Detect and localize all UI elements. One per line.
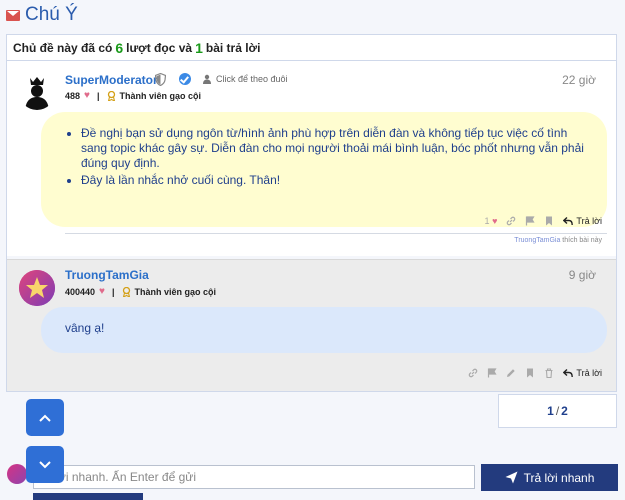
medal-icon [122, 286, 130, 297]
user-points: 488 [65, 90, 81, 101]
liked-suffix: thích bài này [562, 237, 602, 244]
scroll-up-button[interactable] [26, 399, 64, 436]
shield-icon [155, 73, 166, 86]
user-rank: Thành viên gạo cội [134, 286, 217, 297]
like-count: 1 [484, 216, 490, 226]
post-content: vâng ạ! [41, 307, 607, 353]
total-pages: 2 [561, 404, 568, 418]
link-icon[interactable] [468, 368, 478, 378]
flag-icon[interactable] [487, 368, 497, 378]
reply-label: Trả lời [576, 216, 602, 226]
username[interactable]: TruongTamGia [65, 268, 149, 282]
link-icon[interactable] [506, 216, 516, 226]
chevron-up-icon [39, 414, 51, 422]
heart-icon: ♥ [492, 216, 498, 226]
heart-icon: ♥ [99, 286, 105, 297]
reply-label: Trả lời [576, 368, 602, 378]
bookmark-icon[interactable] [525, 368, 535, 378]
flag-icon[interactable] [525, 216, 535, 226]
avatar[interactable] [19, 270, 55, 306]
quick-reply-submit-button[interactable]: Trả lời nhanh [481, 464, 618, 491]
content-item: Đề nghị bạn sử dụng ngôn từ/hình ảnh phù… [81, 126, 587, 171]
edit-icon[interactable] [506, 368, 516, 378]
medal-icon [107, 90, 115, 101]
post-time: 22 giờ [562, 73, 596, 87]
topic-stats-prefix: Chủ đề này đã có [13, 40, 113, 55]
reply-button[interactable]: Trả lời [563, 368, 602, 378]
scroll-down-button[interactable] [26, 446, 64, 483]
follow-user-icon[interactable] [203, 74, 212, 84]
send-icon [505, 471, 518, 484]
topic-stats-suffix: bài trả lời [205, 40, 261, 55]
liked-by: TruongTamGia thích bài này [514, 237, 602, 244]
bookmark-icon[interactable] [544, 216, 554, 226]
content-item: Đây là lần nhắc nhở cuối cùng. Thân! [81, 173, 587, 188]
quick-reply-submit-label: Trả lời nhanh [523, 470, 595, 485]
reply-icon [563, 368, 574, 378]
verified-icon [179, 73, 191, 85]
current-page: 1 [547, 404, 554, 418]
trash-icon[interactable] [544, 368, 554, 378]
user-rank: Thành viên gạo cội [119, 90, 202, 101]
meta-separator: | [111, 286, 115, 297]
post-content: Đề nghị bạn sử dụng ngôn từ/hình ảnh phù… [41, 112, 607, 227]
post-actions: Trả lời [468, 368, 602, 378]
page-separator: / [555, 404, 560, 418]
user-meta: 400440 ♥ | Thành viên gạo cội [65, 286, 216, 297]
post-actions: 1 ♥ Trả lời [485, 216, 602, 226]
post-time: 9 giờ [568, 268, 596, 282]
post-supermoderator: SuperModerator Click để theo đuôi 22 giờ… [7, 61, 616, 256]
heart-icon: ♥ [84, 90, 90, 101]
reply-count: 1 [195, 39, 203, 56]
envelope-icon [6, 9, 20, 21]
user-points: 400440 [65, 286, 96, 297]
follow-link[interactable]: Click để theo đuôi [216, 74, 288, 84]
view-count: 6 [115, 39, 124, 56]
page-header: Chú Ý [6, 2, 78, 28]
pagination[interactable]: 1 / 2 [498, 394, 617, 428]
divider [65, 233, 607, 234]
post-truongtamgia: TruongTamGia 9 giờ 400440 ♥ | Thành viên… [7, 259, 616, 391]
like-button[interactable]: 1 ♥ [485, 216, 498, 226]
quick-reply-input[interactable]: ời nhanh. Ấn Enter để gửi [33, 465, 475, 489]
user-meta: 488 ♥ | Thành viên gạo cội [65, 90, 201, 101]
topic-stats-mid: lượt đọc và [126, 40, 193, 55]
liker-name[interactable]: TruongTamGia [514, 237, 560, 244]
bottom-bar [33, 493, 143, 500]
current-user-avatar [7, 464, 27, 484]
avatar[interactable] [19, 74, 55, 110]
chevron-down-icon [39, 460, 51, 468]
reply-icon [563, 216, 574, 226]
meta-separator: | [96, 90, 100, 101]
star-avatar-icon [19, 270, 55, 306]
username[interactable]: SuperModerator [65, 73, 158, 87]
post-list: SuperModerator Click để theo đuôi 22 giờ… [6, 60, 617, 392]
page-title: Chú Ý [25, 4, 78, 25]
reply-button[interactable]: Trả lời [563, 216, 602, 226]
king-avatar-icon [19, 74, 55, 110]
topic-stats-bar: Chủ đề này đã có 6 lượt đọc và 1 bài trả… [6, 34, 617, 60]
